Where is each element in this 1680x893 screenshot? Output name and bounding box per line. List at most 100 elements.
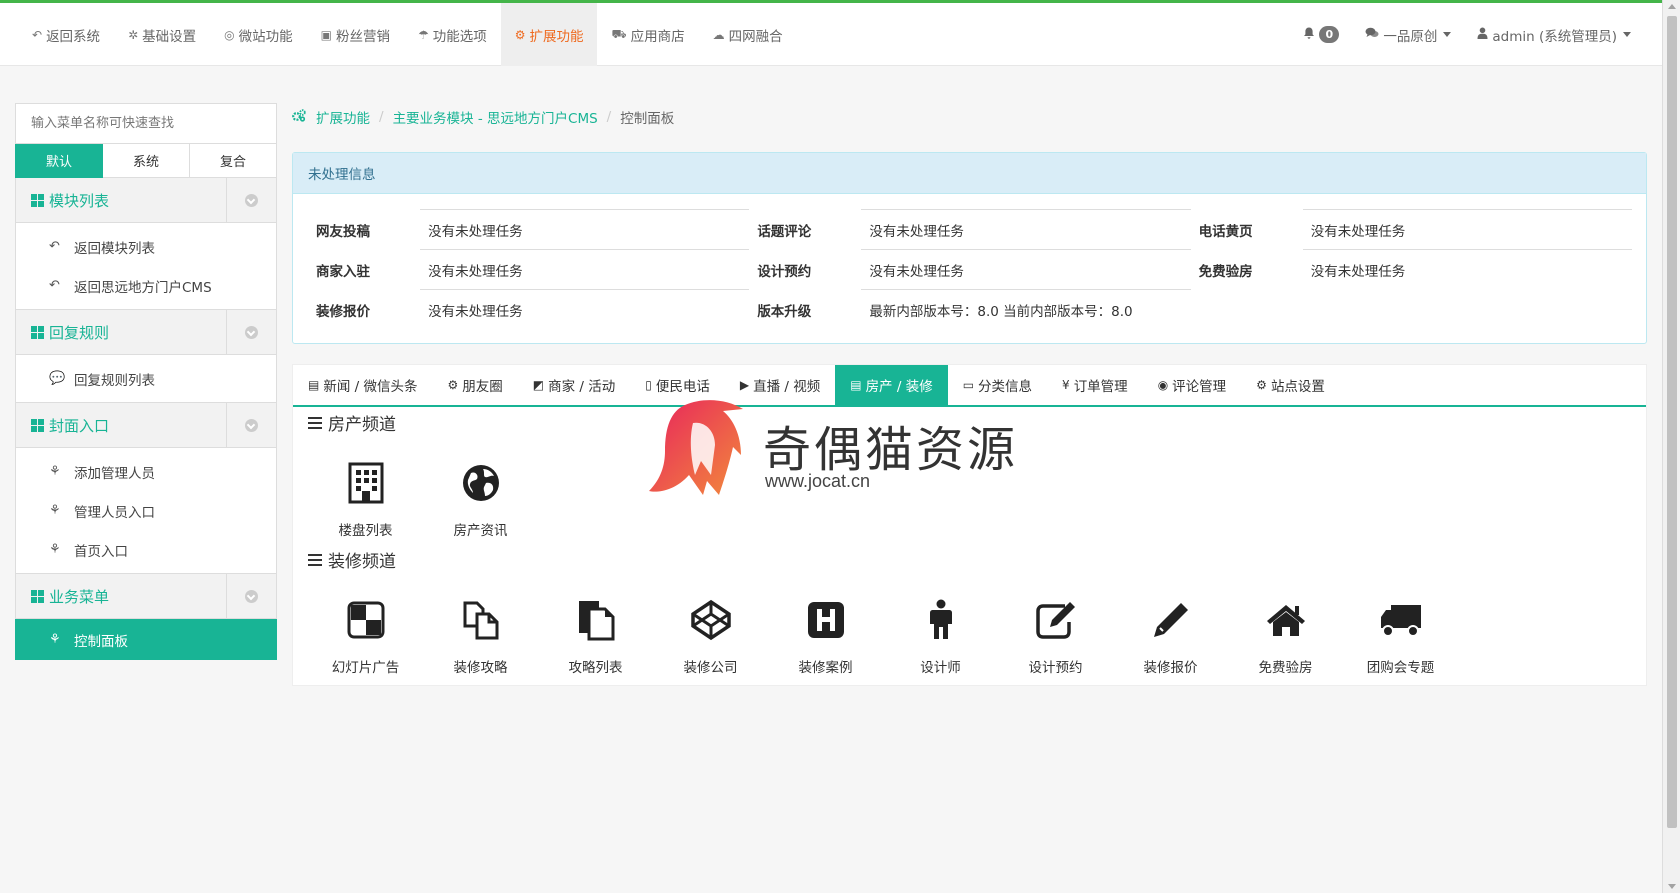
module-tab-label: 便民电话 [655, 379, 710, 395]
topnav-item[interactable]: ⚙ 扩展功能 [500, 3, 598, 66]
module-tile[interactable]: 装修公司 [653, 596, 768, 676]
topnav-item[interactable]: ☁ 四网融合 [699, 3, 797, 66]
breadcrumb-link-module[interactable]: 主要业务模块 - 思远地方门户CMS [393, 107, 598, 127]
module-tile[interactable]: 楼盘列表 [308, 459, 423, 539]
module-tab[interactable]: ⚙ 站点设置 [1241, 365, 1340, 405]
topnav-item[interactable]: ↶ 返回系统 [18, 3, 114, 66]
reply-icon: ↶ [32, 27, 43, 42]
module-tab-label: 订单管理 [1073, 379, 1128, 395]
sidebar-item-label: 控制面板 [74, 633, 128, 650]
notifications-button[interactable]: 0 [1290, 26, 1352, 43]
scrollbar-thumb[interactable] [1667, 16, 1677, 828]
module-tab[interactable]: ◩ 商家 / 活动 [518, 365, 630, 405]
sidebar-item[interactable]: ⚘ 首页入口 [16, 530, 276, 569]
sidebar-tabs: 默认 系统 复合 [15, 144, 277, 178]
panel-title: 未处理信息 [293, 153, 1646, 194]
section-title-text: 房产频道 [328, 415, 396, 435]
sidebar-item[interactable]: ⚘ 管理人员入口 [16, 491, 276, 530]
tab-icon: ⚙ [1256, 378, 1267, 392]
module-tab[interactable]: ⚙ 朋友圈 [432, 365, 517, 405]
topnav-label: 基础设置 [142, 28, 197, 45]
chevron-circle-down-icon [245, 193, 258, 207]
topnav-item[interactable]: ◎ 微站功能 [210, 3, 306, 66]
tab-icon: ▤ [850, 378, 862, 392]
menu-item-icon: ⚘ [49, 542, 61, 557]
topnav-item[interactable]: ⛟ 应用商店 [597, 3, 698, 66]
sidebar-group-header[interactable]: 模块列表 [15, 178, 277, 223]
lifebuoy-icon: ◎ [224, 27, 235, 42]
collapse-toggle[interactable] [226, 403, 276, 447]
collapse-toggle[interactable] [226, 574, 276, 618]
sidebar-group-header[interactable]: 业务菜单 [15, 574, 277, 619]
module-tab[interactable]: ¥ 订单管理 [1047, 365, 1143, 405]
module-tile[interactable]: 幻灯片广告 [308, 596, 423, 676]
collapse-toggle[interactable] [226, 310, 276, 354]
module-tile[interactable]: 房产资讯 [423, 459, 538, 539]
menu-item-icon: ↶ [49, 278, 60, 293]
bars-icon [308, 553, 322, 566]
cogs-icon: ⚙ [514, 27, 526, 42]
sidebar-item[interactable]: 💬 回复规则列表 [16, 359, 276, 398]
module-tab[interactable]: ▯ 便民电话 [630, 365, 725, 405]
module-tab[interactable]: ▤ 房产 / 装修 [835, 365, 948, 405]
module-tile[interactable]: 设计师 [883, 596, 998, 676]
files-icon [572, 596, 620, 644]
sidebar-item[interactable]: ⚘ 控制面板 [15, 619, 277, 660]
module-tile[interactable]: 免费验房 [1228, 596, 1343, 676]
sidebar-item[interactable]: ⚘ 添加管理人员 [16, 452, 276, 491]
info-label: 版本升级 [757, 303, 812, 320]
sidebar-group-header[interactable]: 封面入口 [15, 403, 277, 448]
menu-search-input[interactable] [15, 103, 277, 144]
breadcrumb-link-extensions[interactable]: 扩展功能 [316, 107, 370, 127]
sidebar-item[interactable]: ↶ 返回模块列表 [16, 227, 276, 266]
module-tile[interactable]: 装修攻略 [423, 596, 538, 676]
scroll-down-arrow-icon[interactable] [1668, 884, 1676, 889]
sidebar-groups: 模块列表 ↶ 返回模块列表 ↶ 返回思远地方门户CMS 回复规则 💬 回复规则列表封面入口 ⚘ 添… [15, 178, 277, 660]
sidebar-tab[interactable]: 系统 [103, 144, 190, 178]
sidebar-group-title: 模块列表 [16, 190, 109, 211]
h-square-icon [802, 596, 850, 644]
sidebar-group-label: 业务菜单 [49, 587, 110, 606]
module-tab[interactable]: ◉ 评论管理 [1143, 365, 1241, 405]
comments-icon [1365, 27, 1379, 43]
chat-dropdown[interactable]: 一品原创 [1352, 25, 1464, 45]
chevron-circle-down-icon [245, 418, 258, 432]
module-tile[interactable]: 装修报价 [1113, 596, 1228, 676]
sidebar-item[interactable]: ↶ 返回思远地方门户CMS [16, 266, 276, 305]
info-label: 设计预约 [757, 263, 812, 280]
sidebar: 默认系统复合 模块列表 ↶ 返回模块列表 ↶ 返回思远地方门户CMS 回复规则 💬 回复规则列… [15, 103, 277, 660]
topnav-item[interactable]: ▣ 粉丝营销 [307, 3, 404, 66]
collapse-toggle[interactable] [226, 178, 276, 222]
module-tile[interactable]: 团购会专题 [1343, 596, 1458, 676]
module-tile[interactable]: 攻略列表 [538, 596, 653, 676]
codepen-icon [687, 596, 735, 644]
sidebar-group-header[interactable]: 回复规则 [15, 310, 277, 355]
scroll-up-arrow-icon[interactable] [1668, 4, 1676, 9]
user-dropdown[interactable]: admin (系统管理员) [1464, 25, 1644, 45]
bars-icon [308, 416, 322, 429]
unprocessed-info-panel: 未处理信息 网友投稿 没有未处理任务 话题评论 没有未处理任务 电话黄页 没有未处理任务商… [292, 152, 1647, 344]
sidebar-tab[interactable]: 默认 [15, 144, 103, 178]
globe-icon [457, 459, 505, 507]
module-tab[interactable]: ▭ 分类信息 [948, 365, 1047, 405]
module-tab[interactable]: ▶ 直播 / 视频 [725, 365, 835, 405]
top-nav-menu: ↶ 返回系统 ✲ 基础设置 ◎ 微站功能 ▣ 粉丝营销 ☂ 功能选项 ⚙ 扩展功能 ⛟ 应用商店 ☁ 四网融合 [18, 3, 797, 66]
cogs-icon [292, 108, 306, 126]
tab-icon: ◉ [1157, 378, 1169, 392]
topnav-item[interactable]: ☂ 功能选项 [404, 3, 501, 66]
vertical-scrollbar[interactable] [1662, 0, 1680, 893]
info-label: 网友投稿 [316, 223, 370, 240]
module-tile[interactable]: 设计预约 [998, 596, 1113, 676]
sidebar-group-label: 回复规则 [49, 323, 110, 342]
sidebar-item-label: 回复规则列表 [74, 372, 155, 389]
user-label: admin (系统管理员) [1492, 28, 1617, 45]
sidebar-tab[interactable]: 复合 [190, 144, 277, 178]
topnav-item[interactable]: ✲ 基础设置 [114, 3, 210, 66]
checker-icon [342, 596, 390, 644]
th-large-icon [31, 418, 44, 432]
section-title-text: 装修频道 [328, 552, 396, 572]
module-tab[interactable]: ▤ 新闻 / 微信头条 [293, 365, 432, 405]
module-tile[interactable]: 装修案例 [768, 596, 883, 676]
tab-icon: ▤ [308, 378, 320, 392]
notification-count-badge: 0 [1319, 26, 1340, 43]
